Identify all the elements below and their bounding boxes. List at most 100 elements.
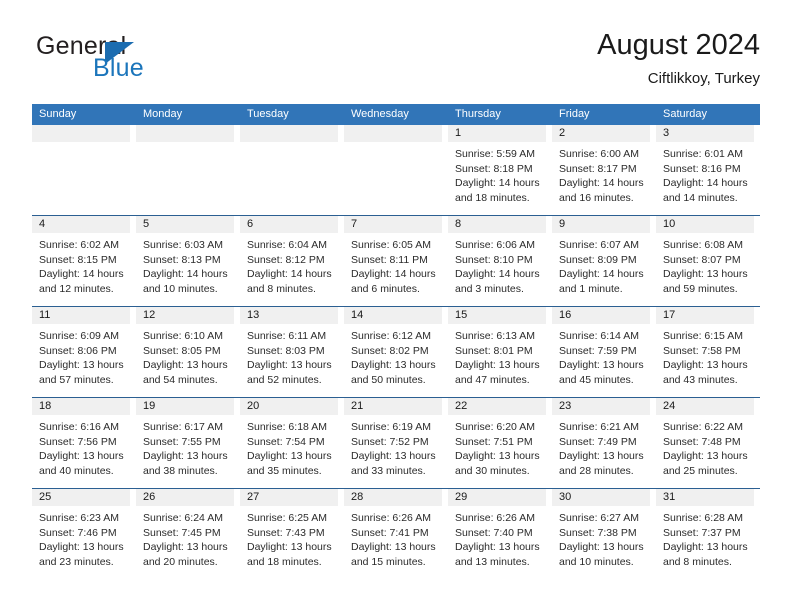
calendar-day-cell[interactable]: 6 Sunrise: 6:04 AM Sunset: 8:12 PM Daylight… bbox=[240, 216, 344, 306]
day-details: Sunrise: 6:12 AM Sunset: 8:02 PM Daylight:… bbox=[344, 324, 442, 387]
day-detail-line: and 52 minutes. bbox=[247, 373, 322, 386]
weekday-header-friday: Friday bbox=[559, 108, 590, 120]
day-number: 3 bbox=[656, 125, 754, 142]
day-detail-line: Sunset: 7:54 PM bbox=[247, 435, 325, 448]
weekday-header-wednesday: Wednesday bbox=[351, 108, 409, 120]
day-detail-line: Daylight: 13 hours bbox=[455, 359, 540, 371]
calendar-day-cell[interactable]: 29 Sunrise: 6:26 AM Sunset: 7:40 PM Dayligh… bbox=[448, 489, 552, 579]
calendar-day-cell[interactable]: 18 Sunrise: 6:16 AM Sunset: 7:56 PM Dayligh… bbox=[32, 398, 136, 488]
calendar-day-cell[interactable]: 21 Sunrise: 6:19 AM Sunset: 7:52 PM Dayligh… bbox=[344, 398, 448, 488]
calendar-day-cell[interactable]: 5 Sunrise: 6:03 AM Sunset: 8:13 PM Daylight… bbox=[136, 216, 240, 306]
day-number: 31 bbox=[656, 489, 754, 506]
day-detail-line: and 3 minutes. bbox=[455, 282, 524, 295]
calendar-day-cell[interactable]: 3 Sunrise: 6:01 AM Sunset: 8:16 PM Daylight… bbox=[656, 125, 760, 215]
day-detail-line: Sunset: 7:52 PM bbox=[351, 435, 429, 448]
day-detail-line: Sunset: 7:59 PM bbox=[559, 344, 637, 357]
day-detail-line: and 1 minute. bbox=[559, 282, 623, 295]
calendar-day-cell[interactable]: 14 Sunrise: 6:12 AM Sunset: 8:02 PM Dayligh… bbox=[344, 307, 448, 397]
page-header: General Blue August 2024 Ciftlikkoy, Tur… bbox=[32, 28, 760, 96]
day-detail-line: Sunset: 7:51 PM bbox=[455, 435, 533, 448]
calendar-day-cell[interactable]: 30 Sunrise: 6:27 AM Sunset: 7:38 PM Dayligh… bbox=[552, 489, 656, 579]
day-detail-line: Sunset: 8:15 PM bbox=[39, 253, 117, 266]
day-detail-line: Sunset: 8:09 PM bbox=[559, 253, 637, 266]
day-detail-line: Daylight: 14 hours bbox=[39, 268, 124, 280]
calendar-day-cell[interactable]: 22 Sunrise: 6:20 AM Sunset: 7:51 PM Dayligh… bbox=[448, 398, 552, 488]
day-details: Sunrise: 6:10 AM Sunset: 8:05 PM Daylight:… bbox=[136, 324, 234, 387]
day-details: Sunrise: 6:13 AM Sunset: 8:01 PM Daylight:… bbox=[448, 324, 546, 387]
calendar-day-cell[interactable]: 20 Sunrise: 6:18 AM Sunset: 7:54 PM Dayligh… bbox=[240, 398, 344, 488]
calendar-day-cell[interactable]: 28 Sunrise: 6:26 AM Sunset: 7:41 PM Dayligh… bbox=[344, 489, 448, 579]
calendar-day-cell[interactable]: 10 Sunrise: 6:08 AM Sunset: 8:07 PM Dayligh… bbox=[656, 216, 760, 306]
day-details: Sunrise: 6:04 AM Sunset: 8:12 PM Daylight:… bbox=[240, 233, 338, 296]
day-number: 22 bbox=[448, 398, 546, 415]
day-number bbox=[32, 125, 130, 142]
day-detail-line: Sunrise: 6:06 AM bbox=[455, 239, 535, 251]
day-details: Sunrise: 6:24 AM Sunset: 7:45 PM Daylight:… bbox=[136, 506, 234, 569]
day-details: Sunrise: 6:22 AM Sunset: 7:48 PM Daylight:… bbox=[656, 415, 754, 478]
calendar-day-cell-empty bbox=[240, 125, 344, 215]
day-detail-line: Sunset: 7:43 PM bbox=[247, 526, 325, 539]
calendar-day-cell[interactable]: 19 Sunrise: 6:17 AM Sunset: 7:55 PM Dayligh… bbox=[136, 398, 240, 488]
day-number: 1 bbox=[448, 125, 546, 142]
calendar-day-cell-empty bbox=[136, 125, 240, 215]
day-detail-line: Sunrise: 6:01 AM bbox=[663, 148, 743, 160]
calendar-week-row: 11 Sunrise: 6:09 AM Sunset: 8:06 PM Dayligh… bbox=[32, 306, 760, 397]
day-detail-line: Sunrise: 6:20 AM bbox=[455, 421, 535, 433]
day-detail-line: and 8 minutes. bbox=[663, 555, 732, 568]
day-detail-line: Daylight: 13 hours bbox=[247, 541, 332, 553]
day-detail-line: Daylight: 13 hours bbox=[143, 450, 228, 462]
day-details: Sunrise: 6:00 AM Sunset: 8:17 PM Daylight:… bbox=[552, 142, 650, 205]
calendar-day-cell[interactable]: 12 Sunrise: 6:10 AM Sunset: 8:05 PM Dayligh… bbox=[136, 307, 240, 397]
day-detail-line: Sunset: 8:11 PM bbox=[351, 253, 428, 266]
day-detail-line: Sunrise: 6:21 AM bbox=[559, 421, 639, 433]
title-block: August 2024 Ciftlikkoy, Turkey bbox=[597, 28, 760, 89]
day-detail-line: Daylight: 14 hours bbox=[663, 177, 748, 189]
brand-name-blue: Blue bbox=[93, 54, 144, 82]
day-detail-line: Sunset: 8:01 PM bbox=[455, 344, 533, 357]
day-detail-line: Daylight: 14 hours bbox=[143, 268, 228, 280]
day-number bbox=[344, 125, 442, 142]
day-detail-line: Daylight: 14 hours bbox=[247, 268, 332, 280]
calendar-day-cell[interactable]: 4 Sunrise: 6:02 AM Sunset: 8:15 PM Daylight… bbox=[32, 216, 136, 306]
day-number: 13 bbox=[240, 307, 338, 324]
calendar-week-row: 4 Sunrise: 6:02 AM Sunset: 8:15 PM Daylight… bbox=[32, 215, 760, 306]
weekday-header-tuesday: Tuesday bbox=[247, 108, 289, 120]
calendar-day-cell[interactable]: 11 Sunrise: 6:09 AM Sunset: 8:06 PM Dayligh… bbox=[32, 307, 136, 397]
calendar-day-cell[interactable]: 26 Sunrise: 6:24 AM Sunset: 7:45 PM Dayligh… bbox=[136, 489, 240, 579]
calendar-day-cell[interactable]: 27 Sunrise: 6:25 AM Sunset: 7:43 PM Dayligh… bbox=[240, 489, 344, 579]
calendar-day-cell[interactable]: 1 Sunrise: 5:59 AM Sunset: 8:18 PM Daylight… bbox=[448, 125, 552, 215]
calendar-day-cell[interactable]: 8 Sunrise: 6:06 AM Sunset: 8:10 PM Daylight… bbox=[448, 216, 552, 306]
calendar-day-cell[interactable]: 13 Sunrise: 6:11 AM Sunset: 8:03 PM Dayligh… bbox=[240, 307, 344, 397]
day-number: 8 bbox=[448, 216, 546, 233]
calendar-day-cell[interactable]: 31 Sunrise: 6:28 AM Sunset: 7:37 PM Dayligh… bbox=[656, 489, 760, 579]
day-detail-line: and 30 minutes. bbox=[455, 464, 530, 477]
calendar-day-cell[interactable]: 7 Sunrise: 6:05 AM Sunset: 8:11 PM Daylight… bbox=[344, 216, 448, 306]
day-detail-line: and 18 minutes. bbox=[455, 191, 530, 204]
day-detail-line: Sunrise: 6:04 AM bbox=[247, 239, 327, 251]
calendar-day-cell[interactable]: 24 Sunrise: 6:22 AM Sunset: 7:48 PM Dayligh… bbox=[656, 398, 760, 488]
day-details: Sunrise: 6:15 AM Sunset: 7:58 PM Daylight:… bbox=[656, 324, 754, 387]
day-details: Sunrise: 6:03 AM Sunset: 8:13 PM Daylight:… bbox=[136, 233, 234, 296]
calendar-day-cell[interactable]: 25 Sunrise: 6:23 AM Sunset: 7:46 PM Dayligh… bbox=[32, 489, 136, 579]
day-detail-line: Sunrise: 6:10 AM bbox=[143, 330, 223, 342]
day-details: Sunrise: 6:28 AM Sunset: 7:37 PM Daylight:… bbox=[656, 506, 754, 569]
page-title: August 2024 bbox=[597, 29, 760, 61]
brand-logo[interactable]: General Blue bbox=[36, 32, 266, 92]
day-detail-line: and 20 minutes. bbox=[143, 555, 218, 568]
calendar-day-cell[interactable]: 15 Sunrise: 6:13 AM Sunset: 8:01 PM Dayligh… bbox=[448, 307, 552, 397]
calendar-day-cell[interactable]: 16 Sunrise: 6:14 AM Sunset: 7:59 PM Dayligh… bbox=[552, 307, 656, 397]
calendar-day-cell[interactable]: 2 Sunrise: 6:00 AM Sunset: 8:17 PM Daylight… bbox=[552, 125, 656, 215]
calendar-day-cell[interactable]: 23 Sunrise: 6:21 AM Sunset: 7:49 PM Dayligh… bbox=[552, 398, 656, 488]
day-number: 28 bbox=[344, 489, 442, 506]
day-details bbox=[344, 142, 442, 147]
day-detail-line: Daylight: 13 hours bbox=[559, 541, 644, 553]
day-detail-line: Sunrise: 6:15 AM bbox=[663, 330, 743, 342]
day-detail-line: Sunset: 7:49 PM bbox=[559, 435, 637, 448]
calendar-day-cell[interactable]: 9 Sunrise: 6:07 AM Sunset: 8:09 PM Daylight… bbox=[552, 216, 656, 306]
day-detail-line: Sunset: 7:45 PM bbox=[143, 526, 221, 539]
calendar-day-cell[interactable]: 17 Sunrise: 6:15 AM Sunset: 7:58 PM Dayligh… bbox=[656, 307, 760, 397]
day-detail-line: Sunset: 8:16 PM bbox=[663, 162, 741, 175]
day-detail-line: and 15 minutes. bbox=[351, 555, 426, 568]
day-detail-line: Daylight: 13 hours bbox=[143, 359, 228, 371]
day-detail-line: Sunrise: 6:00 AM bbox=[559, 148, 639, 160]
